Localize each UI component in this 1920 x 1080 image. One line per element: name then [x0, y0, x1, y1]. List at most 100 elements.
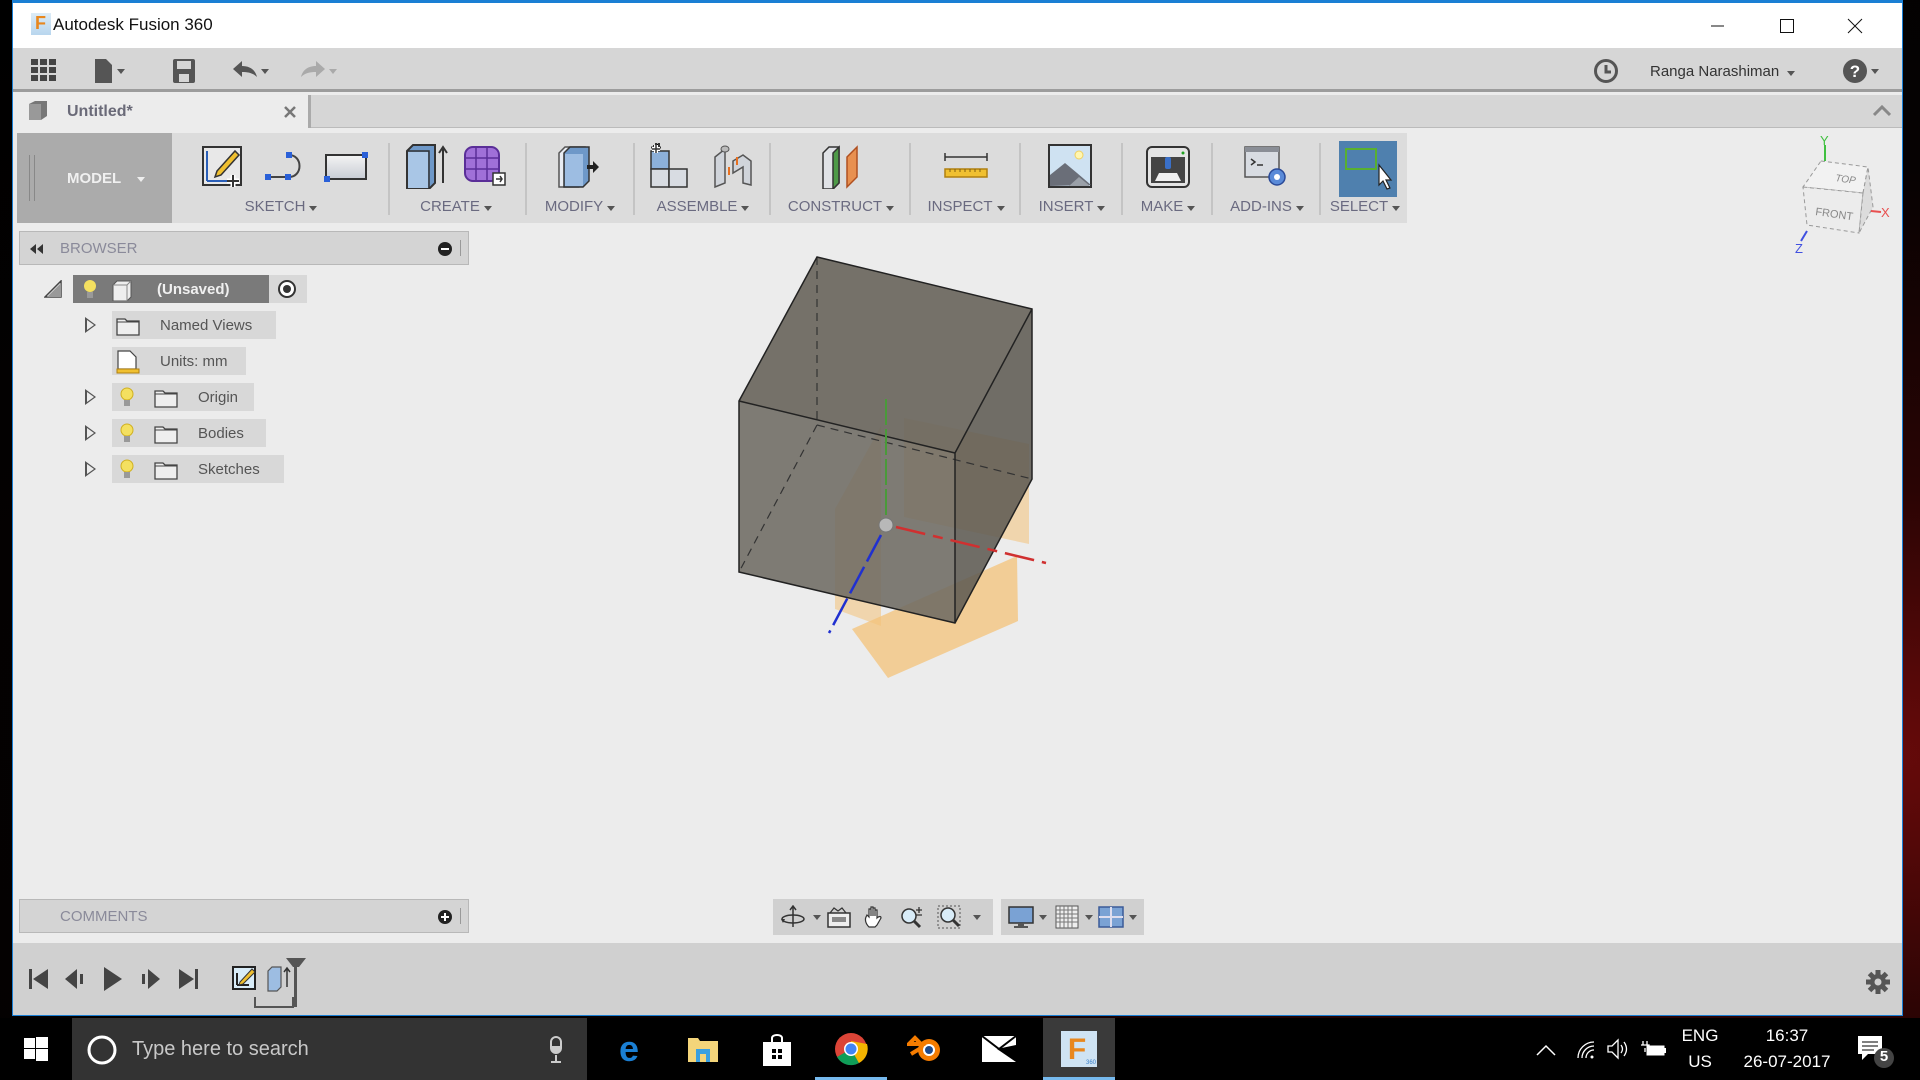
- job-status-button[interactable]: [1593, 58, 1619, 84]
- minimize-button[interactable]: [1693, 8, 1741, 44]
- zoom-icon[interactable]: [899, 905, 927, 929]
- document-tab[interactable]: Untitled*: [13, 95, 311, 128]
- chevron-down-icon[interactable]: [1129, 915, 1137, 920]
- taskbar-app-blender[interactable]: [889, 1018, 961, 1080]
- viewcube[interactable]: TOP FRONT Y X Z: [1773, 133, 1903, 263]
- extrude-icon[interactable]: [403, 143, 449, 189]
- timeline-sketch-feature-icon[interactable]: [231, 965, 259, 993]
- taskbar-app-file-explorer[interactable]: [667, 1018, 739, 1080]
- make-menu[interactable]: MAKE: [1125, 198, 1211, 215]
- language-indicator[interactable]: ENG US: [1680, 1026, 1720, 1072]
- select-menu[interactable]: SELECT: [1323, 198, 1407, 215]
- construct-menu[interactable]: CONSTRUCT: [773, 198, 909, 215]
- close-tab-icon[interactable]: [283, 105, 297, 119]
- chevron-down-icon[interactable]: [813, 915, 821, 920]
- taskbar-app-fusion-360[interactable]: F 360: [1043, 1018, 1115, 1080]
- toolbar-grip[interactable]: [29, 155, 35, 201]
- lightbulb-icon[interactable]: [83, 279, 97, 299]
- browser-item-sketches[interactable]: Sketches: [112, 455, 284, 483]
- microphone-icon[interactable]: [548, 1036, 564, 1064]
- create-form-icon[interactable]: [461, 143, 507, 189]
- save-button[interactable]: [173, 58, 195, 84]
- insert-menu[interactable]: INSERT: [1023, 198, 1121, 215]
- browser-item-bodies[interactable]: Bodies: [112, 419, 266, 447]
- minimize-panel-icon[interactable]: [438, 242, 452, 256]
- workspace-switcher[interactable]: MODEL: [17, 133, 172, 223]
- expand-named-views-icon[interactable]: [85, 317, 96, 333]
- display-settings-icon[interactable]: [1007, 905, 1035, 929]
- insert-image-icon[interactable]: [1047, 143, 1093, 189]
- play-icon[interactable]: [101, 965, 125, 993]
- orbit-icon[interactable]: [779, 905, 807, 929]
- press-pull-icon[interactable]: [555, 143, 601, 189]
- panel-resize-grip[interactable]: [460, 240, 462, 256]
- joint-icon[interactable]: [709, 143, 755, 189]
- look-at-icon[interactable]: [825, 905, 853, 929]
- expand-origin-icon[interactable]: [85, 389, 96, 405]
- taskbar-search-box[interactable]: Type here to search: [72, 1018, 587, 1080]
- grid-settings-icon[interactable]: [1053, 905, 1081, 929]
- redo-button[interactable]: [301, 58, 337, 84]
- assemble-menu[interactable]: ASSEMBLE: [637, 198, 769, 215]
- action-center-button[interactable]: 5: [1856, 1034, 1898, 1070]
- lightbulb-icon[interactable]: [120, 459, 134, 479]
- fit-icon[interactable]: [937, 905, 965, 929]
- create-sketch-icon[interactable]: [199, 143, 245, 189]
- inspect-menu[interactable]: INSPECT: [913, 198, 1019, 215]
- go-to-end-icon[interactable]: [177, 967, 201, 991]
- xy-plane: [904, 418, 1029, 544]
- taskbar-app-store[interactable]: [741, 1018, 813, 1080]
- taskbar-app-mail[interactable]: [963, 1018, 1035, 1080]
- chevron-down-icon[interactable]: [1085, 915, 1093, 920]
- viewports-icon[interactable]: [1097, 905, 1125, 929]
- go-to-start-icon[interactable]: [28, 967, 50, 991]
- undo-button[interactable]: [233, 58, 269, 84]
- pan-icon[interactable]: [861, 905, 889, 929]
- timeline-marker[interactable]: [285, 957, 307, 1009]
- browser-item-origin[interactable]: Origin: [112, 383, 254, 411]
- expand-bodies-icon[interactable]: [85, 425, 96, 441]
- 3d-print-icon[interactable]: [1145, 143, 1191, 189]
- step-back-icon[interactable]: [63, 967, 87, 991]
- scripts-addins-icon[interactable]: [1243, 143, 1289, 189]
- collapse-root-icon[interactable]: [44, 280, 62, 298]
- create-menu[interactable]: CREATE: [391, 198, 521, 215]
- battery-icon[interactable]: [1640, 1040, 1666, 1058]
- lightbulb-icon[interactable]: [120, 387, 134, 407]
- timeline-settings-icon[interactable]: [1865, 969, 1891, 995]
- select-button[interactable]: [1339, 141, 1397, 197]
- data-panel-button[interactable]: [31, 58, 57, 84]
- step-forward-icon[interactable]: [139, 967, 163, 991]
- close-button[interactable]: [1831, 8, 1879, 44]
- expand-comments-icon[interactable]: [438, 910, 452, 924]
- start-button[interactable]: [0, 1018, 72, 1080]
- chevron-down-icon[interactable]: [1039, 915, 1047, 920]
- addins-menu[interactable]: ADD-INS: [1215, 198, 1319, 215]
- taskbar-app-chrome[interactable]: [815, 1018, 887, 1080]
- help-button[interactable]: ?: [1843, 58, 1879, 84]
- spline-icon[interactable]: [263, 143, 309, 189]
- rectangle-icon[interactable]: [323, 143, 369, 189]
- show-hidden-icons-icon[interactable]: [1536, 1044, 1556, 1056]
- browser-item-units[interactable]: Units: mm: [112, 347, 246, 375]
- collapse-ribbon-icon[interactable]: [1873, 105, 1891, 117]
- panel-resize-grip[interactable]: [460, 908, 462, 924]
- chevron-down-icon[interactable]: [973, 915, 981, 920]
- expand-sketches-icon[interactable]: [85, 461, 96, 477]
- volume-icon[interactable]: [1606, 1038, 1630, 1060]
- browser-item-named-views[interactable]: Named Views: [112, 311, 276, 339]
- activate-component-button[interactable]: [269, 275, 307, 303]
- lightbulb-icon[interactable]: [120, 423, 134, 443]
- user-account-menu[interactable]: Ranga Narashiman: [1650, 63, 1796, 80]
- new-component-icon[interactable]: [647, 143, 693, 189]
- measure-icon[interactable]: [943, 143, 989, 189]
- clock[interactable]: 16:37 26-07-2017: [1732, 1026, 1842, 1072]
- collapse-panel-icon[interactable]: [28, 244, 44, 254]
- maximize-button[interactable]: [1763, 8, 1811, 44]
- sketch-menu[interactable]: SKETCH: [181, 198, 381, 215]
- wifi-icon[interactable]: [1574, 1038, 1596, 1060]
- taskbar-app-edge[interactable]: e: [593, 1018, 665, 1080]
- offset-plane-icon[interactable]: [817, 143, 863, 189]
- modify-menu[interactable]: MODIFY: [529, 198, 631, 215]
- file-menu-button[interactable]: [95, 58, 125, 84]
